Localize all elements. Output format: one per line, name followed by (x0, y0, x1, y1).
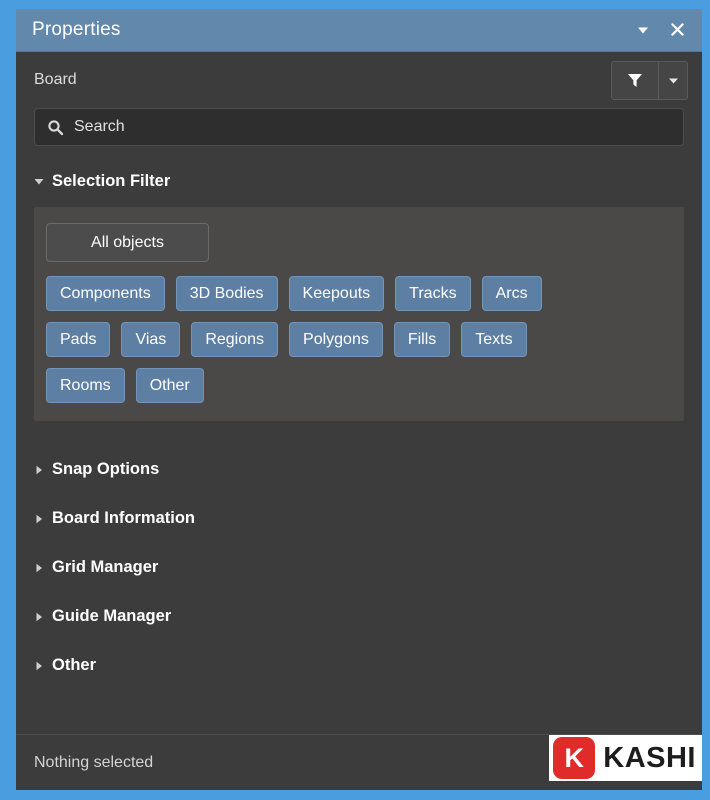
funnel-icon[interactable] (612, 62, 658, 99)
filter-chip-row-3: Rooms Other (46, 368, 672, 403)
kashi-logo-badge: K (553, 737, 596, 779)
close-icon[interactable] (664, 17, 690, 43)
panel-title-bar[interactable]: Properties (16, 9, 702, 52)
filter-chip-tracks[interactable]: Tracks (395, 276, 471, 311)
section-title-snap-options: Snap Options (52, 460, 160, 478)
triangle-right-icon (34, 465, 48, 475)
section-header-other[interactable]: Other (16, 641, 702, 690)
search-box[interactable] (34, 108, 684, 146)
kashi-watermark: K KASHI (549, 735, 702, 781)
filter-chip-row-1: Components 3D Bodies Keepouts Tracks Arc… (46, 276, 672, 311)
status-text: Nothing selected (34, 753, 154, 771)
filter-chip-arcs[interactable]: Arcs (481, 276, 542, 311)
section-header-snap-options[interactable]: Snap Options (16, 445, 702, 494)
all-objects-row: All objects (46, 223, 672, 262)
filter-chip-pads[interactable]: Pads (46, 322, 111, 357)
filter-chip-all-objects[interactable]: All objects (46, 223, 209, 262)
filter-chip-rooms[interactable]: Rooms (46, 368, 125, 403)
filter-chip-other[interactable]: Other (135, 368, 204, 403)
section-header-selection-filter[interactable]: Selection Filter (16, 168, 702, 194)
filter-button-group (611, 60, 688, 100)
collapsed-sections: Snap Options Board Information Grid Mana… (16, 445, 702, 690)
triangle-right-icon (34, 612, 48, 622)
section-title-selection-filter: Selection Filter (52, 171, 171, 190)
object-type-label: Board (34, 71, 77, 88)
filter-chip-texts[interactable]: Texts (461, 322, 527, 357)
triangle-down-icon (34, 176, 48, 186)
search-row (16, 108, 702, 146)
selection-filter-group: All objects Components 3D Bodies Keepout… (34, 207, 684, 421)
section-header-guide-manager[interactable]: Guide Manager (16, 592, 702, 641)
search-input[interactable] (74, 118, 671, 136)
filter-chip-components[interactable]: Components (46, 276, 165, 311)
filter-chip-regions[interactable]: Regions (191, 322, 279, 357)
section-header-board-information[interactable]: Board Information (16, 494, 702, 543)
chevron-down-icon[interactable] (630, 17, 656, 43)
properties-content: Selection Filter All objects Components … (16, 146, 702, 734)
kashi-logo-text: KASHI (603, 741, 696, 774)
filter-dropdown-chevron-down-icon[interactable] (658, 61, 687, 99)
filter-chip-vias[interactable]: Vias (121, 322, 181, 357)
triangle-right-icon (34, 514, 48, 524)
filter-chip-keepouts[interactable]: Keepouts (288, 276, 385, 311)
page-title: Properties (32, 19, 121, 40)
filter-chip-fills[interactable]: Fills (393, 322, 451, 357)
section-header-grid-manager[interactable]: Grid Manager (16, 543, 702, 592)
section-title-other: Other (52, 656, 97, 674)
properties-panel-frame: Properties Board Search Selection Filter… (0, 0, 710, 800)
section-title-board-information: Board Information (52, 509, 195, 527)
triangle-right-icon (34, 661, 48, 671)
filter-chip-polygons[interactable]: Polygons (289, 322, 383, 357)
triangle-right-icon (34, 563, 48, 573)
object-type-header: Board (16, 52, 702, 108)
search-icon (47, 119, 64, 136)
section-title-grid-manager: Grid Manager (52, 558, 159, 576)
properties-panel: Properties Board Search Selection Filter… (16, 9, 702, 790)
filter-chip-3d-bodies[interactable]: 3D Bodies (175, 276, 278, 311)
filter-chip-row-2: Pads Vias Regions Polygons Fills Texts (46, 322, 672, 357)
section-title-guide-manager: Guide Manager (52, 607, 172, 625)
